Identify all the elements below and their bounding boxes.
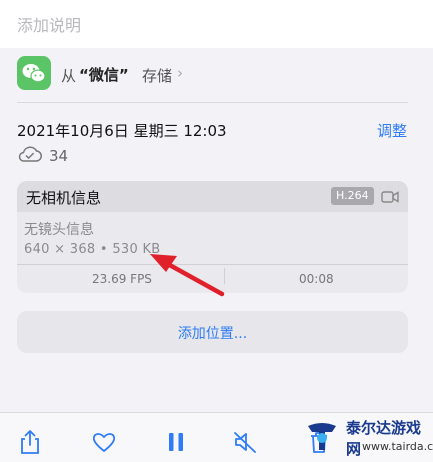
wechat-icon (17, 56, 51, 90)
add-location-label: 添加位置... (177, 326, 248, 342)
duration-label: 00:08 (299, 272, 334, 286)
heart-icon[interactable] (91, 429, 117, 455)
pause-icon[interactable] (163, 429, 189, 455)
codec-badge: H.264 (331, 187, 374, 205)
watermark: 泰尔达游戏网 www.tairda.com (300, 412, 433, 461)
divider (17, 102, 408, 103)
watermark-url: www.tairda.com (362, 440, 433, 453)
cloud-count: 34 (49, 147, 69, 165)
video-camera-icon (381, 189, 399, 208)
source-prefix: 从 (61, 67, 77, 85)
watermark-logo-icon (302, 418, 342, 462)
cloud-check-icon (17, 145, 43, 167)
share-icon[interactable] (17, 429, 43, 455)
add-location-button[interactable]: 添加位置... (17, 311, 408, 353)
caption-input[interactable]: 添加说明 (17, 12, 81, 36)
source-app-name: “微信” (79, 66, 129, 84)
source-row[interactable]: 从 “微信” 存储 › (17, 56, 317, 92)
stat-divider (224, 268, 225, 284)
fps-label: 23.69 FPS (92, 272, 152, 286)
datetime-label: 2021年10月6日 星期三 12:03 (17, 122, 227, 140)
card-header: 无相机信息 H.264 (17, 181, 408, 212)
mute-icon[interactable] (232, 429, 258, 455)
chevron-right-icon: › (177, 64, 183, 82)
stats-row: 23.69 FPS 00:08 (17, 264, 408, 293)
adjust-button[interactable]: 调整 (377, 120, 407, 141)
caption-bar[interactable]: 添加说明 (0, 0, 433, 48)
camera-info-title: 无相机信息 (26, 189, 102, 207)
lens-info: 无镜头信息 (24, 222, 94, 238)
media-info-card: 无相机信息 H.264 无镜头信息 640 × 368 • 530 KB 23.… (17, 181, 408, 293)
source-suffix: 存储 (142, 67, 173, 85)
resolution-size: 640 × 368 • 530 KB (24, 242, 161, 257)
